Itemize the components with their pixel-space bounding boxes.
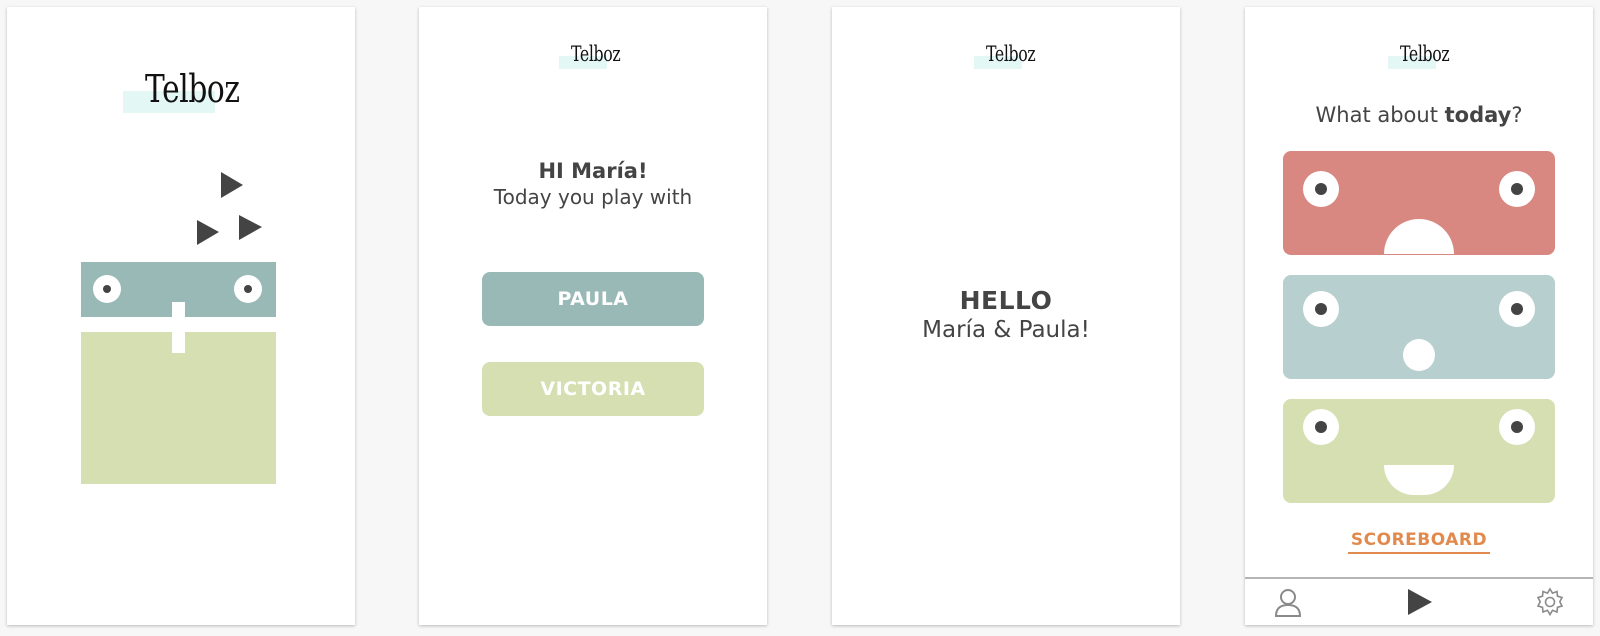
app-logo: Telboz — [974, 41, 1044, 71]
mood-card-sad[interactable] — [1283, 151, 1555, 255]
pupil — [1511, 183, 1523, 195]
mood-question: What about today? — [1245, 103, 1593, 127]
tab-settings[interactable] — [1532, 585, 1568, 619]
mood-card-happy[interactable] — [1283, 399, 1555, 503]
pupil — [1315, 183, 1327, 195]
pupil — [1511, 303, 1523, 315]
surprised-mouth — [1403, 339, 1435, 371]
eye-left — [93, 275, 121, 303]
eye-right — [234, 275, 262, 303]
eye-right — [1499, 409, 1535, 445]
eye-right — [1499, 291, 1535, 327]
box-body — [81, 332, 276, 484]
hello-title: HELLO — [959, 286, 1053, 315]
tab-profile[interactable] — [1270, 585, 1306, 619]
player-button-victoria[interactable]: VICTORIA — [482, 362, 704, 416]
pupil — [1315, 303, 1327, 315]
question-bold: today — [1444, 103, 1512, 127]
eye-left — [1303, 409, 1339, 445]
tab-bar — [1245, 577, 1593, 625]
app-logo: Telboz — [1388, 41, 1458, 71]
settings-icon — [1536, 587, 1564, 617]
scoreboard-label: SCOREBOARD — [1347, 530, 1491, 554]
choose-partner-screen: Telboz HI María! Today you play with PAU… — [419, 7, 767, 625]
eye-right — [1499, 171, 1535, 207]
scoreboard-link[interactable]: SCOREBOARD — [1245, 530, 1593, 554]
pupil — [244, 285, 252, 293]
logo-text: Telboz — [986, 42, 1036, 66]
tab-play[interactable] — [1401, 585, 1437, 619]
triangle-icon — [239, 215, 262, 240]
app-logo: Telboz — [559, 41, 629, 71]
sad-mouth — [1384, 219, 1454, 254]
greeting: HI María! — [538, 159, 648, 183]
box-latch — [172, 302, 185, 353]
triangle-icon — [221, 172, 243, 198]
pupil — [103, 285, 111, 293]
profile-icon — [1274, 589, 1302, 617]
pupil — [1315, 421, 1327, 433]
pupil — [1511, 421, 1523, 433]
logo-text: Telboz — [145, 67, 240, 111]
logo-text: Telboz — [571, 42, 621, 66]
play-triangles-decoration — [197, 172, 262, 245]
mood-card-surprised[interactable] — [1283, 275, 1555, 379]
app-logo: Telboz — [123, 67, 240, 115]
eye-left — [1303, 291, 1339, 327]
subtitle: Today you play with — [493, 185, 693, 209]
splash-screen: Telboz — [7, 7, 355, 625]
question-prefix: What about — [1315, 103, 1445, 127]
hello-screen: Telboz HELLO María & Paula! — [832, 7, 1180, 625]
player-button-paula[interactable]: PAULA — [482, 272, 704, 326]
hello-names: María & Paula! — [922, 317, 1090, 343]
happy-mouth — [1384, 465, 1454, 495]
play-icon — [1408, 589, 1432, 615]
eye-left — [1303, 171, 1339, 207]
question-suffix: ? — [1511, 103, 1523, 127]
triangle-icon — [197, 220, 219, 245]
logo-text: Telboz — [1400, 42, 1450, 66]
mood-screen: Telboz What about today? SCOREBOARD — [1245, 7, 1593, 625]
